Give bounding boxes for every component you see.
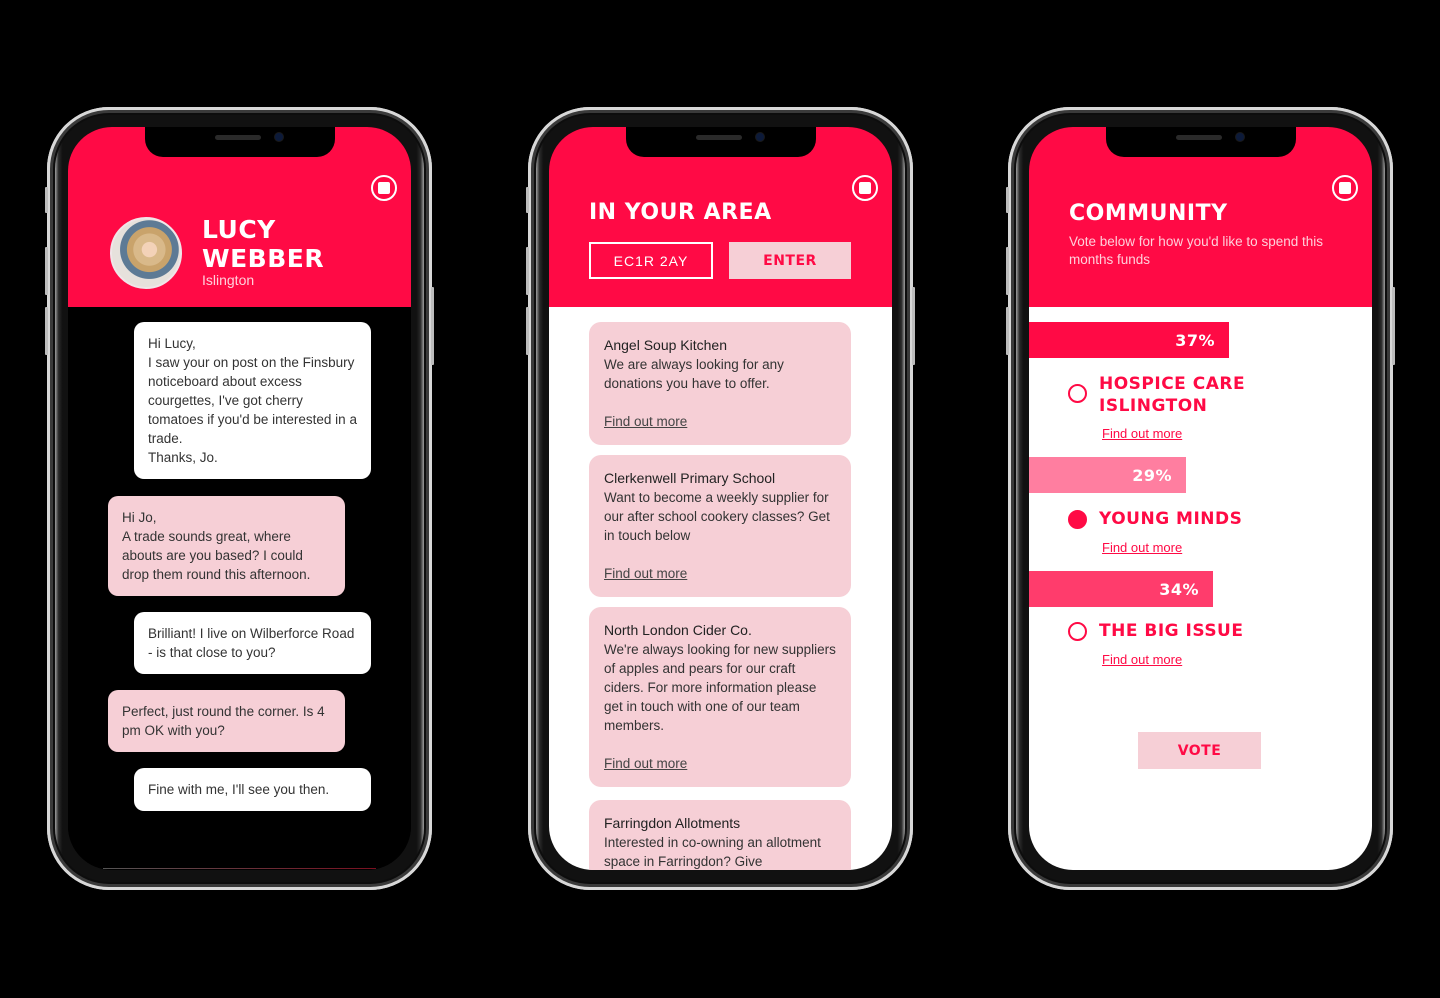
option-radio[interactable] — [1068, 384, 1087, 403]
listing-title: North London Cider Co. — [604, 622, 752, 638]
mute-switch — [1006, 187, 1009, 213]
option-label: THE BIG ISSUE — [1099, 621, 1244, 641]
community-screen: COMMUNITY Vote below for how you'd like … — [1029, 127, 1372, 870]
stop-circle-icon — [859, 182, 871, 194]
result-percent: 29% — [1132, 465, 1172, 485]
find-out-more-link[interactable]: Find out more — [604, 754, 687, 773]
profile-location: Islington — [202, 272, 255, 288]
find-out-more-link[interactable]: Find out more — [604, 412, 687, 431]
page-title: COMMUNITY — [1069, 201, 1228, 226]
speaker — [214, 135, 261, 140]
volume-up-button — [1006, 247, 1009, 295]
option-radio-selected[interactable] — [1068, 510, 1087, 529]
listings: Angel Soup Kitchen We are always looking… — [549, 307, 892, 870]
volume-down-button — [526, 307, 529, 355]
chat-thread: Hi Lucy, I saw your on post on the Finsb… — [68, 307, 411, 870]
notch — [625, 127, 816, 157]
power-button — [1392, 287, 1395, 365]
notch — [144, 127, 335, 157]
vote-poll: 37% HOSPICE CARE ISLINGTON Find out more… — [1029, 307, 1372, 870]
profile-screen: LUCY WEBBER Islington Hi Lucy, I saw you… — [68, 127, 411, 870]
profile-first-name: LUCY — [202, 215, 276, 244]
page-title: IN YOUR AREA — [589, 200, 772, 225]
listing-description: Want to become a weekly supplier for our… — [604, 490, 830, 543]
postcode-input[interactable]: EC1R 2AY — [589, 242, 713, 279]
phone-community: COMMUNITY Vote below for how you'd like … — [1006, 107, 1395, 890]
close-button[interactable] — [1332, 175, 1358, 201]
power-button — [431, 287, 434, 365]
listing-card: Farringdon Allotments Interested in co-o… — [589, 800, 851, 870]
option-radio[interactable] — [1068, 622, 1087, 641]
vote-button[interactable]: VOTE — [1138, 732, 1261, 769]
listing-title: Clerkenwell Primary School — [604, 470, 776, 486]
listing-title: Angel Soup Kitchen — [604, 337, 727, 353]
listing-title: Farringdon Allotments — [604, 815, 741, 831]
find-out-more-link[interactable]: Find out more — [604, 564, 687, 583]
find-out-more-link[interactable]: Find out more — [1102, 426, 1182, 441]
find-out-more-link[interactable]: Find out more — [1102, 540, 1182, 555]
listing-description: Interested in co-owning an allotment spa… — [604, 835, 821, 869]
mute-switch — [45, 187, 48, 213]
profile-last-name: WEBBER — [202, 244, 325, 273]
speaker — [1175, 135, 1222, 140]
listing-description: We're always looking for new suppliers o… — [604, 642, 836, 733]
message-bubble-received: Fine with me, I'll see you then. — [134, 768, 371, 811]
result-percent: 34% — [1159, 579, 1199, 599]
result-bar: 29% — [1029, 457, 1186, 493]
message-bubble-sent: Perfect, just round the corner. Is 4 pm … — [108, 690, 345, 752]
camera — [755, 133, 764, 141]
close-button[interactable] — [852, 175, 878, 201]
volume-down-button — [45, 307, 48, 355]
power-button — [912, 287, 915, 365]
notch — [1105, 127, 1296, 157]
enter-button[interactable]: ENTER — [729, 242, 851, 279]
phone-area: IN YOUR AREA EC1R 2AY ENTER Angel Soup K… — [526, 107, 915, 890]
speaker — [695, 135, 742, 140]
listing-description: We are always looking for any donations … — [604, 357, 784, 391]
area-screen: IN YOUR AREA EC1R 2AY ENTER Angel Soup K… — [549, 127, 892, 870]
phone-profile: LUCY WEBBER Islington Hi Lucy, I saw you… — [45, 107, 434, 890]
find-out-more-link[interactable]: Find out more — [1102, 652, 1182, 667]
listing-card: Clerkenwell Primary School Want to becom… — [589, 455, 851, 597]
stop-circle-icon — [378, 182, 390, 194]
camera — [1235, 133, 1244, 141]
message-bubble-sent: Hi Jo, A trade sounds great, where about… — [108, 496, 345, 596]
result-bar: 34% — [1029, 571, 1213, 607]
stop-circle-icon — [1339, 182, 1351, 194]
close-button[interactable] — [371, 175, 397, 201]
option-label: YOUNG MINDS — [1099, 509, 1243, 529]
camera — [274, 133, 283, 141]
option-label: HOSPICE CARE ISLINGTON — [1099, 374, 1246, 416]
profile-name: LUCY WEBBER — [202, 215, 324, 273]
home-indicator-line — [103, 868, 376, 869]
volume-down-button — [1006, 307, 1009, 355]
page-subtitle: Vote below for how you'd like to spend t… — [1069, 234, 1323, 267]
message-bubble-received: Hi Lucy, I saw your on post on the Finsb… — [134, 322, 371, 479]
listing-card: North London Cider Co. We're always look… — [589, 607, 851, 787]
mute-switch — [526, 187, 529, 213]
message-bubble-received: Brilliant! I live on Wilberforce Road - … — [134, 612, 371, 674]
volume-up-button — [45, 247, 48, 295]
avatar — [110, 217, 182, 289]
listing-card: Angel Soup Kitchen We are always looking… — [589, 322, 851, 445]
result-bar: 37% — [1029, 322, 1229, 358]
result-percent: 37% — [1175, 330, 1215, 350]
volume-up-button — [526, 247, 529, 295]
